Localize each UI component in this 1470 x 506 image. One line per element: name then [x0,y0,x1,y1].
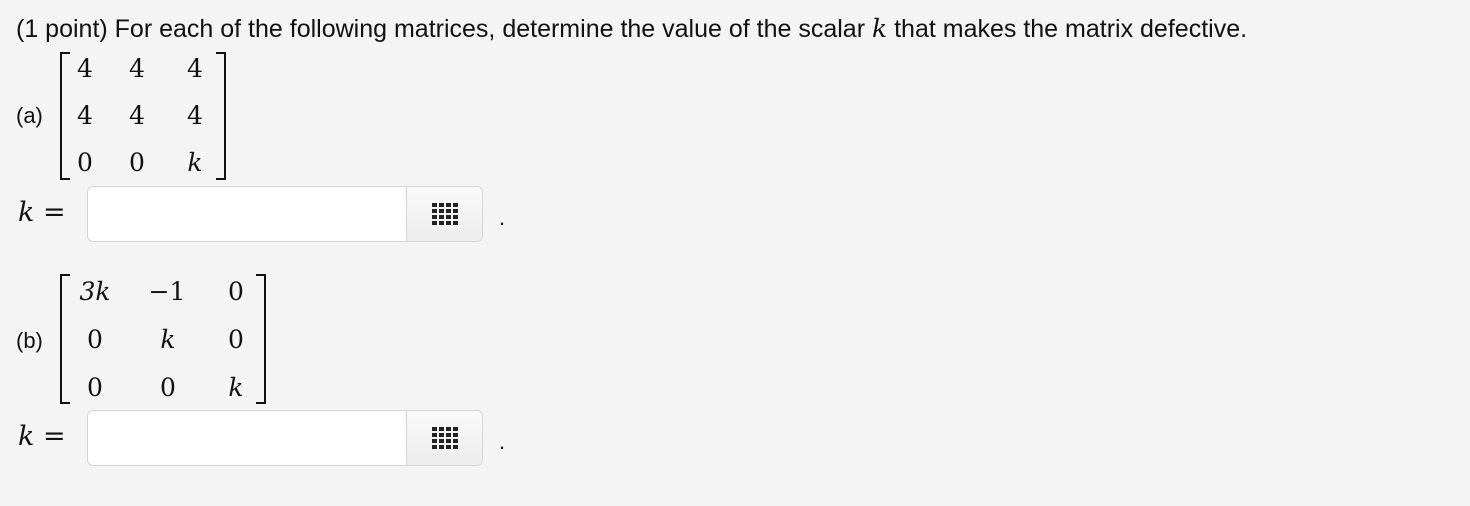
matrix-a: 4 4 4 4 4 4 0 0 k [60,52,226,180]
answer-b-palette-button[interactable] [406,411,482,465]
answer-a-field[interactable] [87,186,483,242]
matrix-a-cell-1-2: 4 [187,101,203,130]
question-text: (1 point) For each of the following matr… [16,14,1247,44]
matrix-b-cell-1-2: 0 [228,325,244,354]
question-prefix: (1 point) For each of the following matr… [16,15,866,43]
matrix-a-cell-0-2: 4 [187,54,203,83]
answer-a-label: k = [18,198,66,228]
matrix-b-cell-2-0: 0 [87,373,103,402]
matrix-b: 3k −1 0 0 k 0 0 0 k [60,274,266,404]
part-a-label: (a) [16,103,43,128]
matrix-b-cell-1-1: k [160,325,176,354]
answer-a-period: . [499,205,506,230]
answer-b-field[interactable] [87,410,483,466]
matrix-a-cell-1-1: 4 [129,101,145,130]
math-palette-icon [431,203,458,225]
matrix-b-cell-0-2: 0 [228,277,244,306]
matrix-a-cell-2-0: 0 [77,148,93,177]
matrix-a-cell-2-1: 0 [129,148,145,177]
matrix-a-cell-0-1: 4 [129,54,145,83]
answer-b-label-text: k = [18,421,66,452]
question-suffix: that makes the matrix defective. [894,15,1248,43]
matrix-b-cell-2-1: 0 [160,373,176,402]
part-b-label: (b) [16,328,43,353]
matrix-b-cell-2-2: k [228,373,244,402]
answer-b-period: . [499,429,506,454]
math-palette-icon [431,427,458,449]
matrix-a-cell-1-0: 4 [77,101,93,130]
matrix-a-cell-0-0: 4 [77,54,93,83]
answer-b-input[interactable] [88,411,406,465]
question-variable: k [872,14,888,43]
answer-b-label: k = [18,422,66,452]
answer-a-palette-button[interactable] [406,187,482,241]
answer-a-label-text: k = [18,197,66,228]
matrix-b-cell-0-1: −1 [148,277,186,306]
matrix-b-cell-1-0: 0 [87,325,103,354]
answer-a-input[interactable] [88,187,406,241]
matrix-a-cell-2-2: k [187,148,203,177]
matrix-b-cell-0-0: 3k [79,277,111,306]
